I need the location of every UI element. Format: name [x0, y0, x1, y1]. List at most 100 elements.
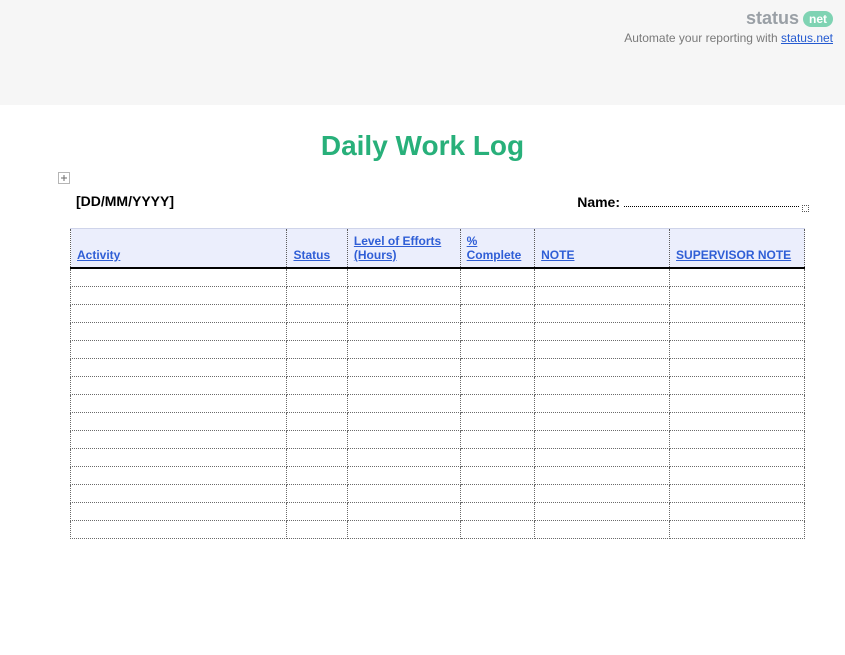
table-row: [71, 394, 805, 412]
table-cell[interactable]: [670, 394, 805, 412]
table-cell[interactable]: [347, 394, 460, 412]
table-cell[interactable]: [670, 448, 805, 466]
table-cell[interactable]: [347, 484, 460, 502]
table-cell[interactable]: [670, 484, 805, 502]
table-cell[interactable]: [460, 502, 535, 520]
table-cell[interactable]: [287, 502, 347, 520]
table-cell[interactable]: [287, 394, 347, 412]
table-cell[interactable]: [460, 358, 535, 376]
table-cell[interactable]: [347, 358, 460, 376]
table-cell[interactable]: [535, 412, 670, 430]
table-cell[interactable]: [460, 304, 535, 322]
table-cell[interactable]: [71, 448, 287, 466]
table-cell[interactable]: [535, 304, 670, 322]
table-cell[interactable]: [670, 520, 805, 538]
table-cell[interactable]: [670, 376, 805, 394]
table-cell[interactable]: [347, 412, 460, 430]
table-cell[interactable]: [287, 448, 347, 466]
table-cell[interactable]: [287, 376, 347, 394]
table-cell[interactable]: [347, 376, 460, 394]
table-cell[interactable]: [460, 376, 535, 394]
table-cell[interactable]: [535, 376, 670, 394]
table-cell[interactable]: [670, 340, 805, 358]
brand-link[interactable]: status.net: [781, 31, 833, 45]
table-cell[interactable]: [460, 394, 535, 412]
table-cell[interactable]: [287, 466, 347, 484]
table-cell[interactable]: [347, 268, 460, 287]
table-cell[interactable]: [71, 412, 287, 430]
table-cell[interactable]: [460, 286, 535, 304]
page-title: Daily Work Log: [0, 130, 845, 162]
table-cell[interactable]: [460, 484, 535, 502]
table-cell[interactable]: [347, 304, 460, 322]
table-cell[interactable]: [347, 340, 460, 358]
table-cell[interactable]: [287, 412, 347, 430]
col-complete: % Complete: [460, 229, 535, 268]
col-activity: Activity: [71, 229, 287, 268]
table-cell[interactable]: [670, 430, 805, 448]
table-cell[interactable]: [287, 358, 347, 376]
table-cell[interactable]: [670, 502, 805, 520]
table-cell[interactable]: [670, 304, 805, 322]
table-cell[interactable]: [287, 430, 347, 448]
table-row: [71, 304, 805, 322]
name-field: Name:: [577, 192, 799, 210]
table-cell[interactable]: [287, 340, 347, 358]
table-cell[interactable]: [287, 322, 347, 340]
table-cell[interactable]: [71, 358, 287, 376]
table-cell[interactable]: [347, 448, 460, 466]
table-cell[interactable]: [71, 286, 287, 304]
table-cell[interactable]: [670, 412, 805, 430]
col-note: NOTE: [535, 229, 670, 268]
table-cell[interactable]: [535, 448, 670, 466]
table-cell[interactable]: [347, 502, 460, 520]
table-cell[interactable]: [71, 268, 287, 287]
table-cell[interactable]: [71, 304, 287, 322]
table-cell[interactable]: [71, 376, 287, 394]
table-cell[interactable]: [535, 322, 670, 340]
table-cell[interactable]: [460, 520, 535, 538]
table-cell[interactable]: [347, 466, 460, 484]
table-cell[interactable]: [535, 484, 670, 502]
table-cell[interactable]: [535, 358, 670, 376]
table-cell[interactable]: [347, 286, 460, 304]
table-cell[interactable]: [287, 484, 347, 502]
table-cell[interactable]: [535, 286, 670, 304]
table-cell[interactable]: [460, 340, 535, 358]
table-cell[interactable]: [535, 520, 670, 538]
table-cell[interactable]: [535, 268, 670, 287]
table-cell[interactable]: [71, 484, 287, 502]
table-cell[interactable]: [460, 430, 535, 448]
table-cell[interactable]: [670, 286, 805, 304]
table-cell[interactable]: [535, 430, 670, 448]
table-cell[interactable]: [460, 412, 535, 430]
table-cell[interactable]: [287, 268, 347, 287]
table-cell[interactable]: [535, 502, 670, 520]
table-cell[interactable]: [71, 394, 287, 412]
table-cell[interactable]: [535, 394, 670, 412]
col-supervisor-note: SUPERVISOR NOTE: [670, 229, 805, 268]
table-cell[interactable]: [287, 286, 347, 304]
name-input-line[interactable]: [624, 192, 799, 207]
table-cell[interactable]: [670, 466, 805, 484]
table-cell[interactable]: [535, 340, 670, 358]
table-cell[interactable]: [670, 322, 805, 340]
table-cell[interactable]: [71, 502, 287, 520]
table-cell[interactable]: [71, 466, 287, 484]
table-cell[interactable]: [71, 340, 287, 358]
table-cell[interactable]: [460, 448, 535, 466]
table-cell[interactable]: [71, 322, 287, 340]
table-cell[interactable]: [347, 322, 460, 340]
table-cell[interactable]: [287, 520, 347, 538]
table-cell[interactable]: [460, 466, 535, 484]
table-cell[interactable]: [347, 520, 460, 538]
table-cell[interactable]: [535, 466, 670, 484]
table-cell[interactable]: [460, 268, 535, 287]
table-cell[interactable]: [71, 430, 287, 448]
table-cell[interactable]: [71, 520, 287, 538]
table-cell[interactable]: [670, 358, 805, 376]
table-cell[interactable]: [670, 268, 805, 287]
table-cell[interactable]: [460, 322, 535, 340]
table-cell[interactable]: [347, 430, 460, 448]
table-cell[interactable]: [287, 304, 347, 322]
